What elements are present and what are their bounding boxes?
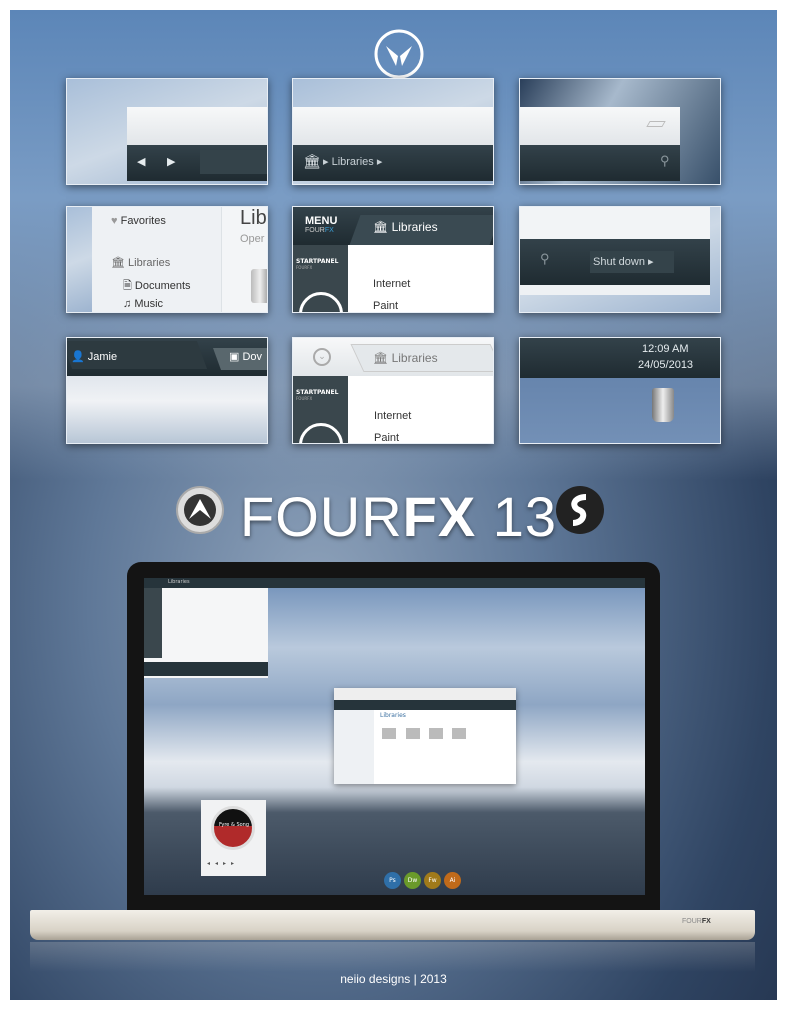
library-icon: 🏛 (111, 257, 125, 269)
dock-dw-icon[interactable]: Dw (404, 872, 421, 889)
page-heading: Libr (240, 207, 267, 229)
laptop-screen: Libraries Libraries Fyre & Song ◂◂▸▸ Ps … (144, 578, 645, 895)
startpanel-label: STARTPANEL (296, 389, 339, 396)
footer-credit: neiio designs | 2013 (340, 972, 447, 986)
fourfx-logo-icon (374, 29, 424, 79)
poster: ◀ ▶ 🏛 ▸ Libraries ▸ ⚲ ♥ Favorites 🏛 Libr… (10, 10, 777, 1000)
document-icon: 🗎 (123, 280, 132, 292)
clock-time[interactable]: 12:09 AM (642, 343, 688, 355)
panel-startpanel: ⌄ 🏛 Libraries STARTPANEL FOURFX Internet… (292, 337, 494, 444)
explorer-window[interactable]: Libraries (334, 688, 516, 784)
shutdown-button[interactable]: Shut down ▸ (590, 251, 674, 273)
menu-item-internet[interactable]: Internet (373, 278, 410, 290)
breadcrumb[interactable]: ▸ Libraries ▸ (323, 155, 382, 168)
forward-icon[interactable]: ▶ (167, 155, 175, 168)
dock-fw-icon[interactable]: Fw (424, 872, 441, 889)
panel-sidebar: ♥ Favorites 🏛 Libraries 🗎 Documents ♫ Mu… (66, 206, 268, 313)
downloads-icon: ▣ (229, 351, 240, 363)
sidebar-item-documents[interactable]: 🗎 Documents (123, 277, 191, 296)
sidebar-item-favorites[interactable]: ♥ Favorites (111, 215, 166, 227)
startpanel-label: STARTPANEL (296, 258, 339, 265)
dock: Ps Dw Fw Ai (384, 872, 461, 889)
panel-breadcrumb: 🏛 ▸ Libraries ▸ (292, 78, 494, 185)
folder-icon[interactable] (429, 728, 443, 739)
taskbar-item-downloads[interactable]: ▣ Dov (229, 350, 262, 363)
folder-icon[interactable] (452, 728, 466, 739)
main-title: FOURFX 13 (240, 485, 558, 548)
dock-ai-icon[interactable]: Ai (444, 872, 461, 889)
panel-clock: 12:09 AM 24/05/2013 (519, 337, 721, 444)
recycle-bin-icon[interactable] (652, 388, 674, 422)
folder-icon[interactable] (406, 728, 420, 739)
dock-ps-icon[interactable]: Ps (384, 872, 401, 889)
heart-icon: ♥ (111, 215, 118, 227)
panel-search: ⚲ (519, 78, 721, 185)
back-icon[interactable]: ◀ (137, 155, 145, 168)
s-badge-icon (556, 486, 604, 534)
menu-brand: FOURFX (305, 227, 334, 234)
panel-menu: MENU FOURFX 🏛 Libraries STARTPANEL FOURF… (292, 206, 494, 313)
breadcrumb-libraries[interactable]: Libraries (332, 156, 374, 168)
screen-tab[interactable]: Libraries (168, 579, 190, 585)
tab-libraries[interactable]: 🏛 Libraries (373, 220, 438, 234)
library-icon: 🏛 (303, 153, 321, 169)
music-icon: ♫ (123, 298, 132, 310)
folder-icon[interactable] (382, 728, 396, 739)
clock-date[interactable]: 24/05/2013 (638, 359, 693, 371)
menu-item-internet[interactable]: Internet (374, 410, 411, 422)
panel-nav-buttons: ◀ ▶ (66, 78, 268, 185)
explorer-heading: Libraries (380, 712, 406, 719)
startpanel-sub: FOURFX (296, 265, 313, 270)
menu-label[interactable]: MENU (305, 215, 337, 227)
page-subheading: Oper (240, 233, 265, 245)
reflection (30, 942, 755, 972)
menu-item-paint[interactable]: Paint (373, 300, 398, 312)
chevron-down-icon[interactable]: ⌄ (313, 348, 331, 366)
fourfx-badge-icon (176, 486, 224, 534)
panel-shutdown: ⚲ Shut down ▸ (519, 206, 721, 313)
address-bar[interactable] (200, 150, 267, 174)
laptop-brand: FOURFX (682, 918, 711, 925)
library-icon: 🏛 (373, 351, 389, 365)
library-icon: 🏛 (373, 220, 389, 234)
tab-libraries[interactable]: 🏛 Libraries (373, 351, 438, 365)
search-icon[interactable]: ⚲ (540, 251, 550, 267)
user-icon: 👤 (71, 351, 85, 363)
player-controls[interactable]: ◂◂▸▸ (207, 860, 239, 867)
sidebar-item-libraries[interactable]: 🏛 Libraries (111, 256, 170, 269)
laptop-base (30, 910, 755, 940)
search-icon[interactable]: ⚲ (660, 153, 670, 169)
menu-item-paint[interactable]: Paint (374, 432, 399, 443)
sidebar-item-music[interactable]: ♫ Music (123, 298, 163, 310)
taskbar-item-user[interactable]: 👤 Jamie (71, 350, 117, 363)
startpanel-sub: FOURFX (296, 396, 313, 401)
drive-icon (251, 269, 267, 303)
player-track: Fyre & Song (218, 822, 250, 828)
music-player[interactable]: Fyre & Song ◂◂▸▸ (201, 800, 266, 876)
panel-taskbar: 👤 Jamie ▣ Dov (66, 337, 268, 444)
